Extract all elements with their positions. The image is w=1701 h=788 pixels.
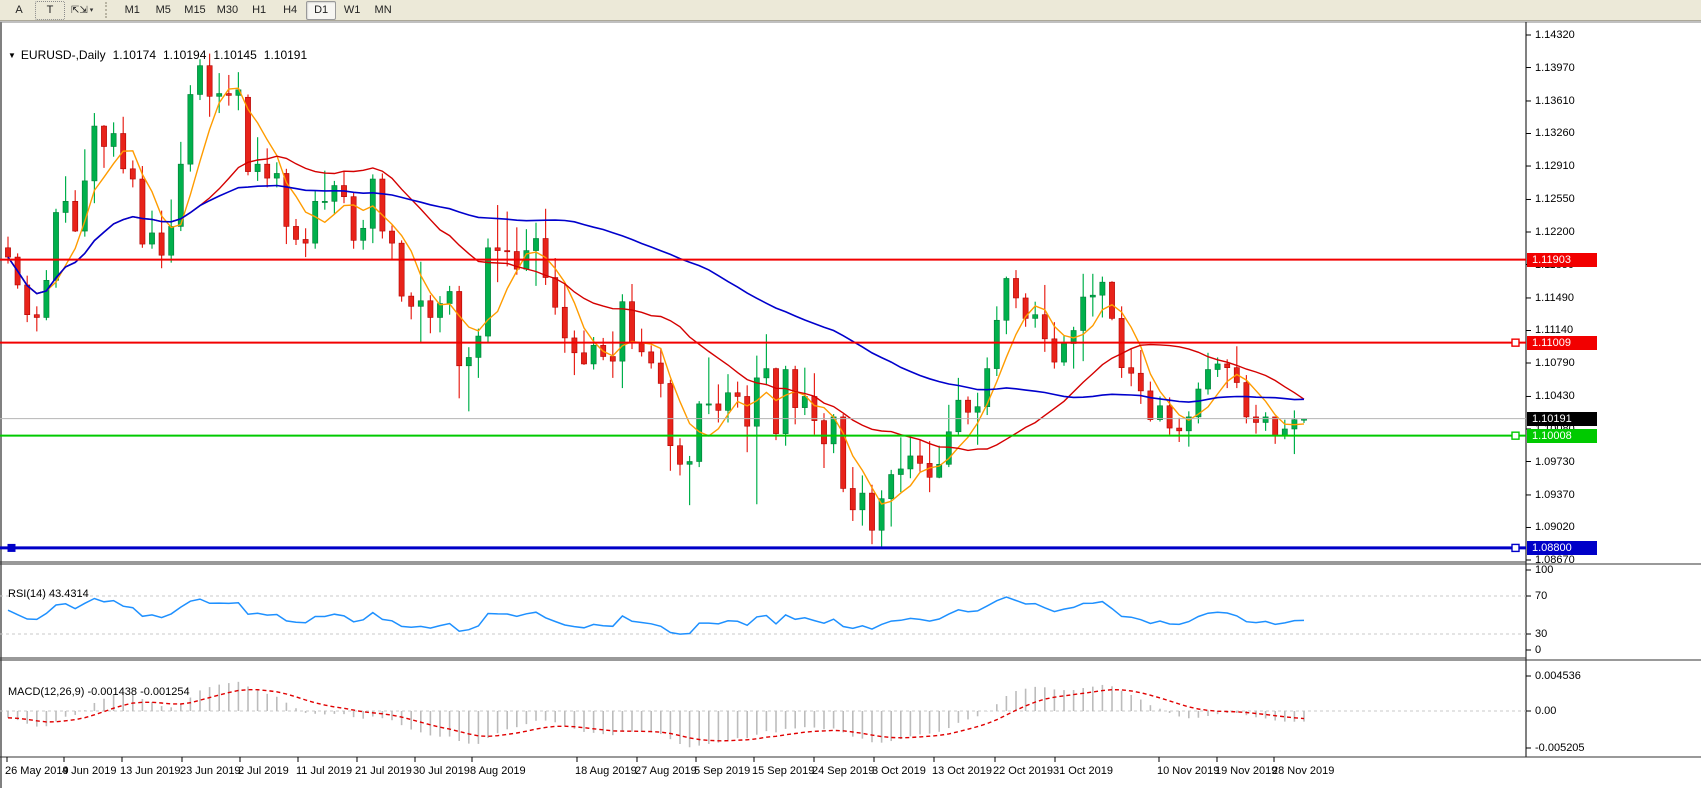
timeframe-button-m30[interactable]: M30 [212, 1, 243, 20]
rsi-axis-label: 100 [1535, 564, 1553, 576]
mt4-terminal: A T ⇱⇲ ▾ M1M5M15M30H1H4D1W1MN ▼ EURUSD-,D… [0, 0, 1701, 788]
date-axis-label: 18 Aug 2019 [575, 765, 637, 777]
date-axis-label: 31 Oct 2019 [1053, 765, 1113, 777]
text-tool-button[interactable]: T [35, 1, 65, 20]
price-axis-label: 1.09020 [1535, 521, 1575, 533]
date-axis-label: 30 Jul 2019 [413, 765, 470, 777]
price-axis-label: 1.10430 [1535, 390, 1575, 402]
timeframe-bar: M1M5M15M30H1H4D1W1MN [117, 1, 398, 20]
ohlc-open: 1.10174 [113, 48, 156, 62]
toolbar-separator [105, 2, 112, 18]
macd-axis-label: -0.005205 [1535, 742, 1585, 754]
timeframe-button-mn[interactable]: MN [368, 1, 398, 20]
timeframe-button-m1[interactable]: M1 [117, 1, 147, 20]
price-axis-label: 1.12550 [1535, 193, 1575, 205]
price-axis-label: 1.09730 [1535, 456, 1575, 468]
date-axis-label: 15 Sep 2019 [752, 765, 814, 777]
date-axis-label: 27 Aug 2019 [635, 765, 697, 777]
ohlc-close: 1.10191 [264, 48, 307, 62]
rsi-axis-label: 30 [1535, 628, 1547, 640]
timeframe-button-h1[interactable]: H1 [244, 1, 274, 20]
date-axis-label: 10 Nov 2019 [1157, 765, 1219, 777]
ohlc-high: 1.10194 [163, 48, 206, 62]
date-axis-label: 22 Oct 2019 [993, 765, 1053, 777]
date-axis-label: 19 Nov 2019 [1215, 765, 1277, 777]
cursor-arrows-icon: ⇱⇲ [71, 5, 88, 16]
rsi-indicator-label: RSI(14) 43.4314 [8, 588, 89, 600]
date-axis-label: 13 Jun 2019 [120, 765, 181, 777]
macd-axis-label: 0.00 [1535, 705, 1556, 717]
date-axis-label: 4 Jun 2019 [62, 765, 116, 777]
chart-window[interactable]: ▼ EURUSD-,Daily 1.10174 1.10194 1.10145 1.101… [0, 21, 1701, 788]
symbol-dropdown-icon[interactable]: ▼ [8, 51, 16, 60]
price-axis-label: 1.12910 [1535, 160, 1575, 172]
date-axis-label: 24 Sep 2019 [812, 765, 874, 777]
symbol-name: EURUSD-,Daily [21, 48, 106, 62]
date-axis-label: 21 Jul 2019 [355, 765, 412, 777]
price-axis-label: 1.13260 [1535, 127, 1575, 139]
rsi-axis-label: 0 [1535, 644, 1541, 656]
date-axis-label: 13 Oct 2019 [932, 765, 992, 777]
toolbar: A T ⇱⇲ ▾ M1M5M15M30H1H4D1W1MN [0, 0, 1701, 21]
chevron-down-icon: ▾ [90, 6, 94, 14]
price-axis-label: 1.12200 [1535, 226, 1575, 238]
date-axis-label: 11 Jul 2019 [296, 765, 352, 777]
price-axis-label: 1.11490 [1535, 292, 1574, 304]
macd-axis-label: 0.004536 [1535, 670, 1581, 682]
timeframe-button-m5[interactable]: M5 [148, 1, 178, 20]
price-axis-label: 1.13970 [1535, 62, 1575, 74]
chart-title: ▼ EURUSD-,Daily 1.10174 1.10194 1.10145 1.101… [8, 48, 307, 62]
cursor-tool-button[interactable]: ⇱⇲ ▾ [66, 1, 98, 20]
support-price-tag: 1.10008 [1527, 429, 1597, 443]
timeframe-button-w1[interactable]: W1 [337, 1, 367, 20]
date-axis-label: 8 Aug 2019 [470, 765, 526, 777]
date-axis-label: 3 Oct 2019 [872, 765, 926, 777]
date-axis-label: 23 Jun 2019 [180, 765, 241, 777]
date-axis-label: 5 Sep 2019 [694, 765, 750, 777]
price-axis-label: 1.09370 [1535, 489, 1575, 501]
date-axis-label: 2 Jul 2019 [238, 765, 289, 777]
ohlc-low: 1.10145 [213, 48, 256, 62]
resistance-price-tag: 1.11903 [1527, 253, 1597, 267]
timeframe-button-h4[interactable]: H4 [275, 1, 305, 20]
price-axis-label: 1.13610 [1535, 95, 1575, 107]
timeframe-button-d1[interactable]: D1 [306, 1, 336, 20]
support2-price-tag: 1.08800 [1527, 541, 1597, 555]
macd-indicator-label: MACD(12,26,9) -0.001438 -0.001254 [8, 686, 190, 698]
resistance2-price-tag: 1.11009 [1527, 336, 1597, 350]
date-axis-label: 26 May 2019 [5, 765, 69, 777]
rsi-axis-label: 70 [1535, 590, 1547, 602]
price-axis-label: 1.14320 [1535, 29, 1575, 41]
text-label-tool-button[interactable]: A [4, 1, 34, 20]
timeframe-button-m15[interactable]: M15 [179, 1, 210, 20]
price-axis-label: 1.10790 [1535, 357, 1575, 369]
date-axis-label: 28 Nov 2019 [1272, 765, 1334, 777]
current-price-tag: 1.10191 [1527, 412, 1597, 426]
